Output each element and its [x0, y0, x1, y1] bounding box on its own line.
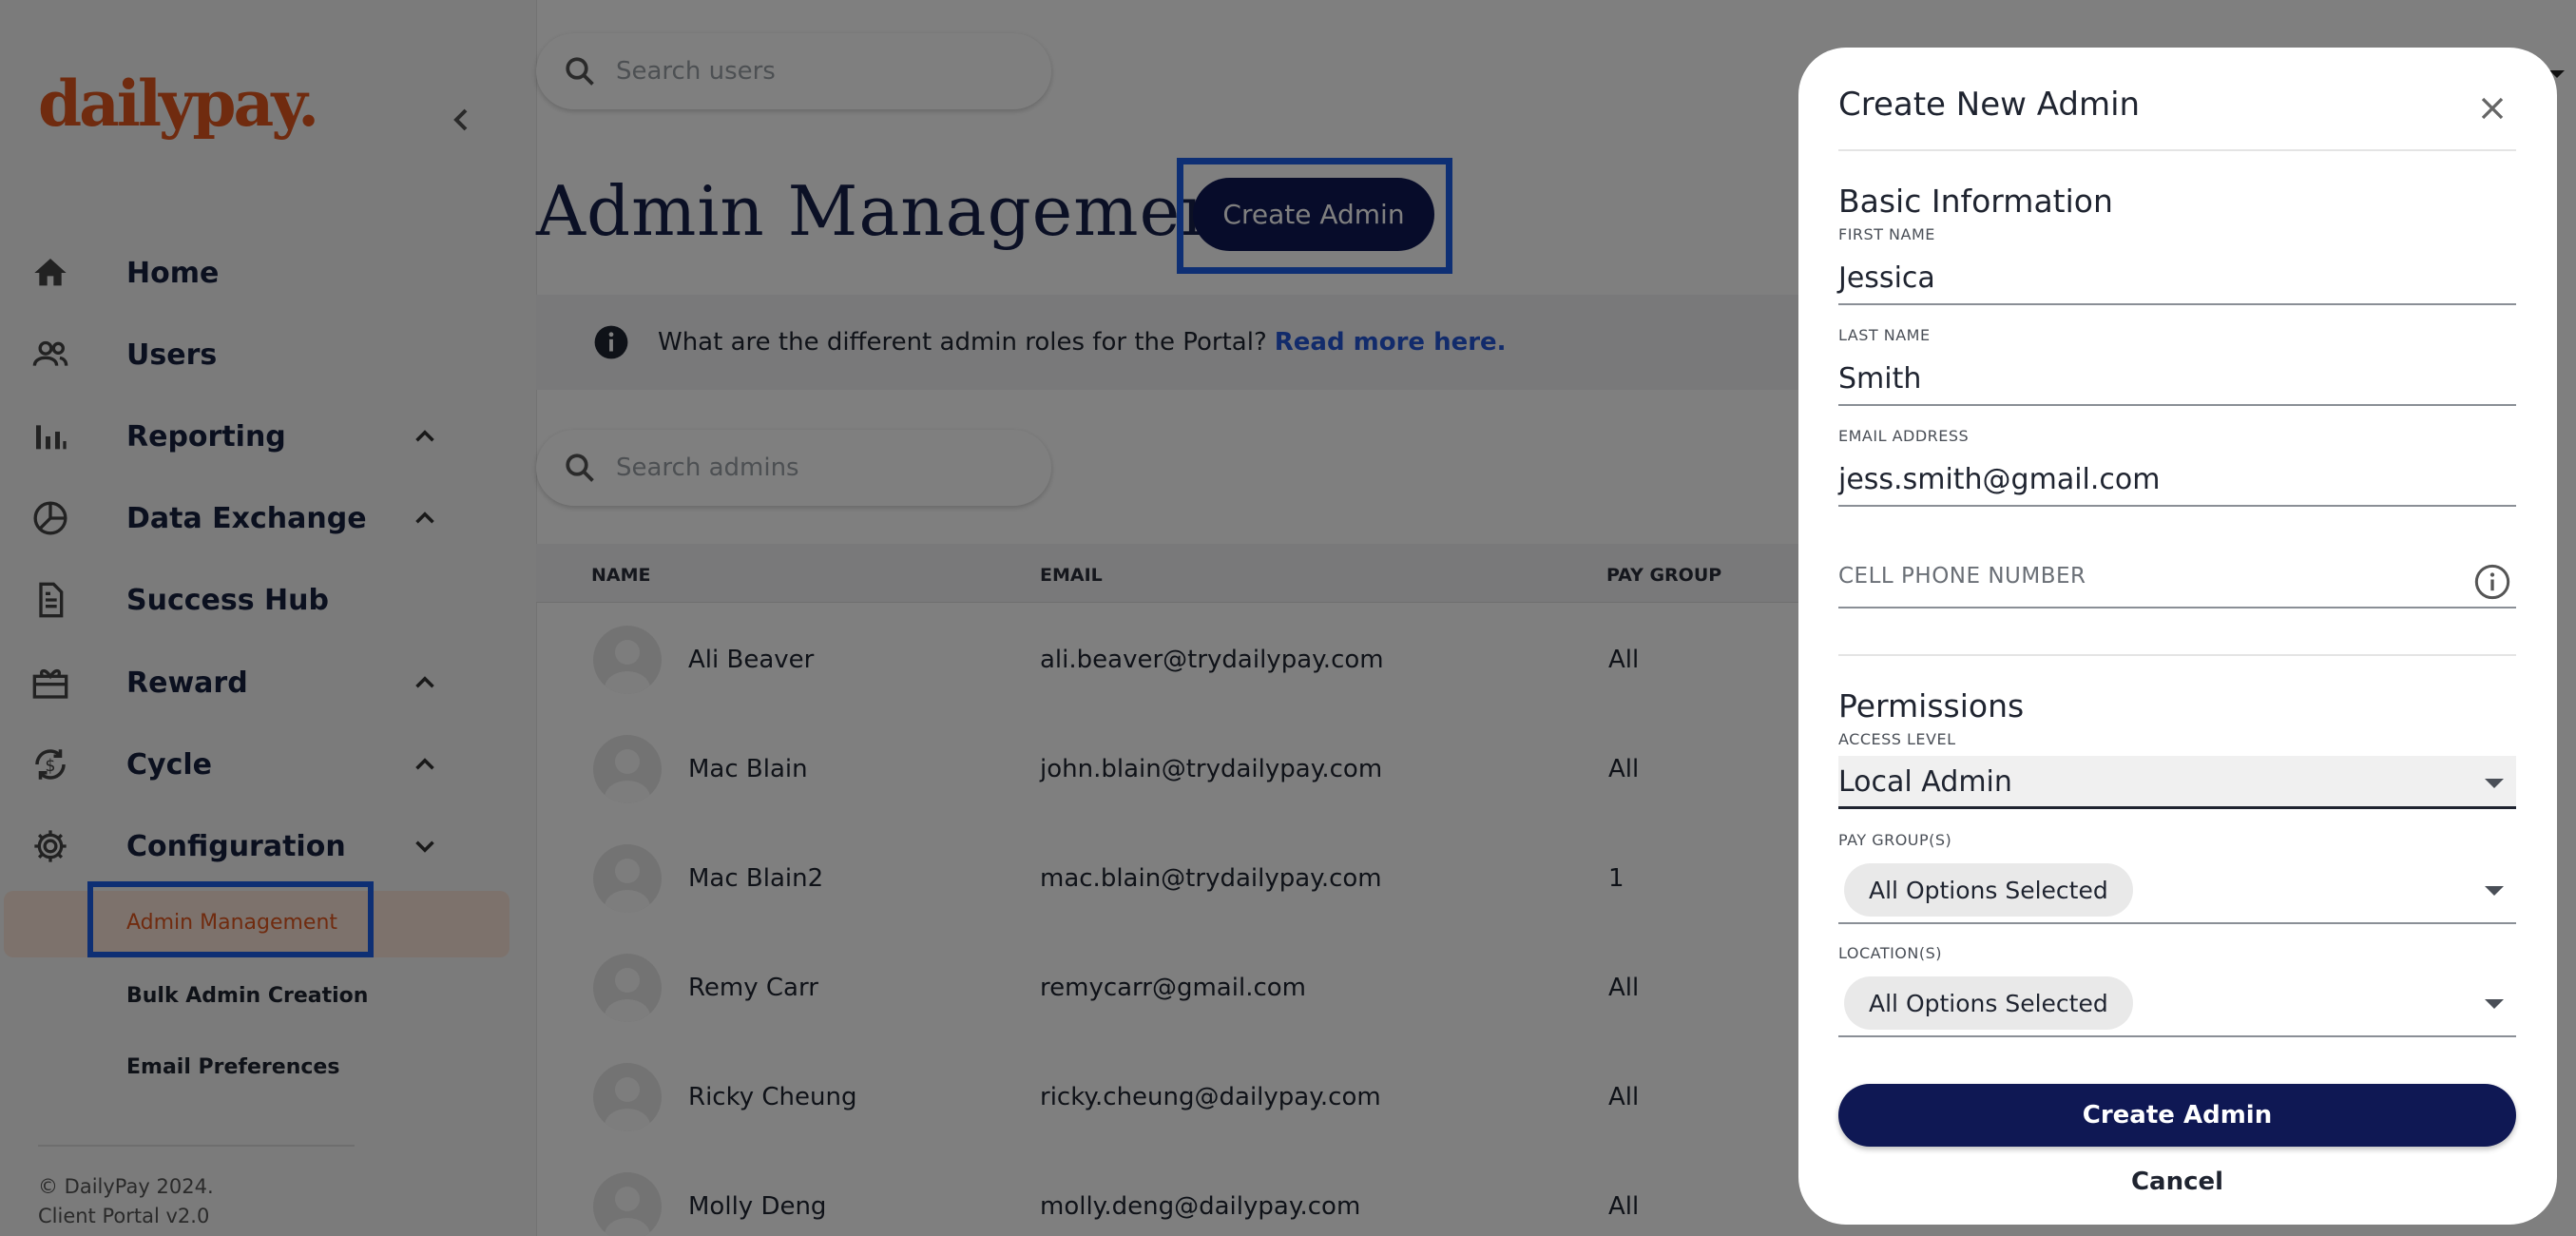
caret-down-icon[interactable] [2485, 999, 2504, 1009]
last-name-label: LAST NAME [1838, 326, 1931, 344]
create-admin-dialog: Create New Admin Basic Information FIRST… [1798, 48, 2557, 1225]
access-level-value: Local Admin [1838, 765, 2012, 799]
email-label: EMAIL ADDRESS [1838, 427, 1970, 445]
permissions-heading: Permissions [1838, 687, 2025, 724]
field-underline [1838, 922, 2516, 924]
divider [1838, 654, 2516, 656]
field-underline [1838, 303, 2516, 305]
last-name-field[interactable]: Smith [1838, 362, 1921, 396]
create-admin-submit-button[interactable]: Create Admin [1838, 1084, 2516, 1147]
field-underline [1838, 505, 2516, 507]
cell-phone-field[interactable]: CELL PHONE NUMBER [1838, 564, 2086, 589]
locations-label: LOCATION(S) [1838, 944, 1943, 962]
caret-down-icon [2485, 779, 2504, 788]
close-button[interactable] [2473, 89, 2511, 127]
divider [1838, 149, 2516, 151]
cancel-button[interactable]: Cancel [1838, 1158, 2516, 1206]
field-underline [1838, 1035, 2516, 1037]
field-underline [1838, 404, 2516, 406]
close-icon [2481, 97, 2504, 120]
info-icon[interactable] [2473, 563, 2511, 601]
pay-groups-chip[interactable]: All Options Selected [1844, 863, 2133, 917]
pay-groups-label: PAY GROUP(S) [1838, 831, 1952, 849]
basic-information-heading: Basic Information [1838, 183, 2113, 220]
first-name-field[interactable]: Jessica [1838, 261, 1935, 295]
field-underline [1838, 607, 2516, 608]
access-level-label: ACCESS LEVEL [1838, 730, 1956, 748]
caret-down-icon[interactable] [2485, 886, 2504, 896]
access-level-select[interactable]: Local Admin [1838, 756, 2516, 809]
first-name-label: FIRST NAME [1838, 225, 1935, 243]
locations-chip[interactable]: All Options Selected [1844, 976, 2133, 1030]
dialog-title: Create New Admin [1838, 86, 2141, 124]
email-field[interactable]: jess.smith@gmail.com [1838, 463, 2160, 496]
